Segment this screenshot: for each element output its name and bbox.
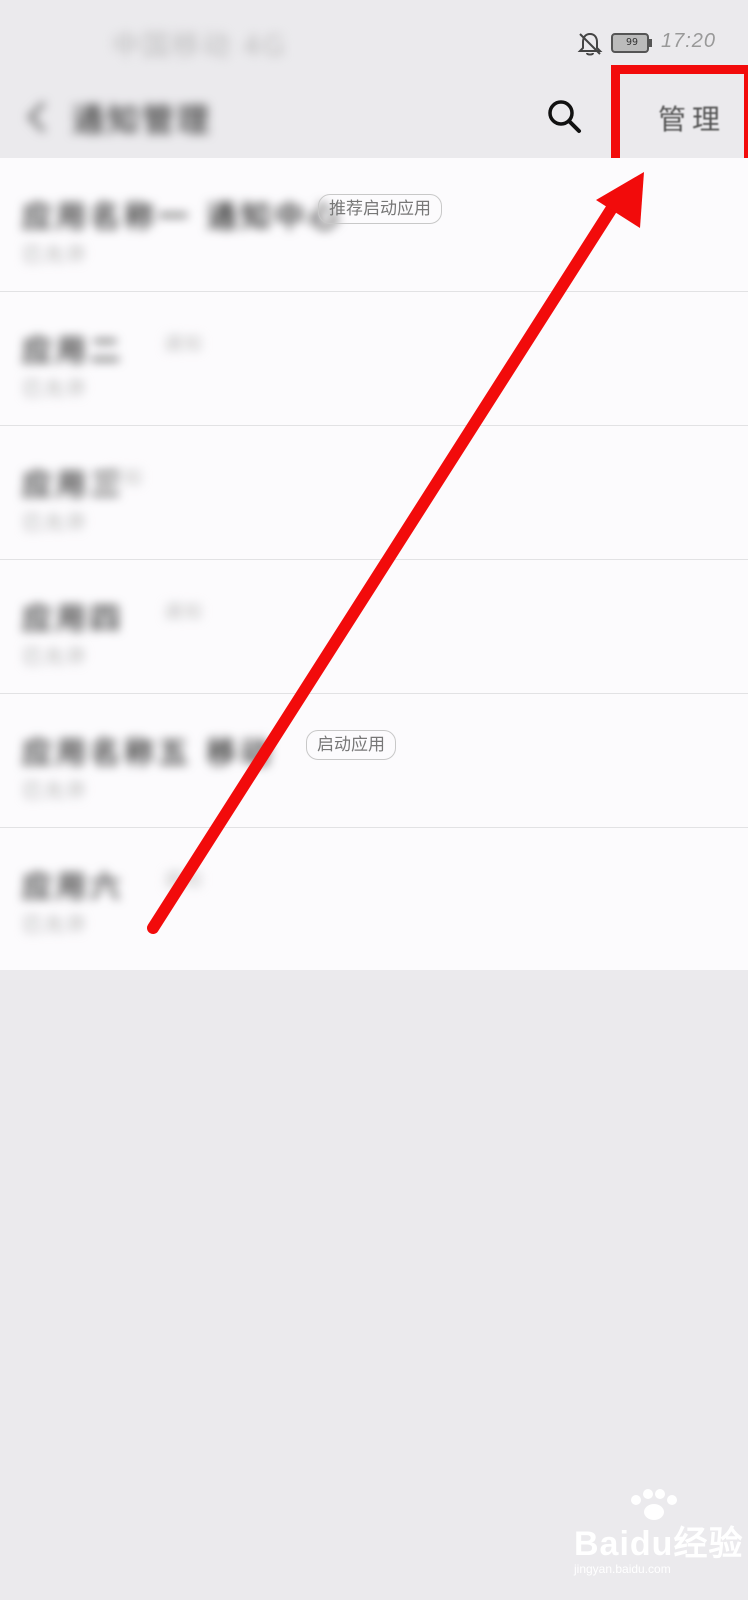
list-item-title: 应用名称五 移动 [22, 736, 275, 771]
list-item[interactable]: 应用二 已允许 通知 [0, 292, 748, 426]
manage-button[interactable]: 管理 [612, 68, 742, 172]
app-list: 应用名称一 通知中心 已允许 推荐启动应用 应用二 已允许 通知 应用三 已允许… [0, 158, 748, 970]
list-item-title: 应用六 [22, 870, 124, 905]
list-item-subtitle: 已允许 [22, 644, 88, 668]
list-item-tag: 通知 [164, 870, 204, 891]
search-icon[interactable] [544, 96, 584, 136]
list-item-title: 应用二 [22, 334, 124, 369]
list-item-title: 应用名称一 通知中心 [22, 200, 343, 235]
battery-level: 99 [625, 37, 639, 48]
page-title: 通知管理 [72, 101, 213, 139]
clock: 17:20 [661, 30, 717, 52]
bell-off-icon [577, 32, 603, 56]
battery-icon: 99 [611, 33, 653, 53]
list-item-subtitle: 已允许 [22, 376, 88, 400]
list-item-subtitle: 已允许 [22, 242, 88, 266]
list-item[interactable]: 应用四 已允许 通知 [0, 560, 748, 694]
baidu-watermark: Baidu经验 jingyan.baidu.com [574, 1486, 744, 1586]
list-item[interactable]: 应用三 已允许 通知 [0, 426, 748, 560]
list-item-tag: 通知 [164, 602, 204, 623]
list-item[interactable]: 应用六 已允许 通知 [0, 828, 748, 962]
list-item-subtitle: 已允许 [22, 912, 88, 936]
list-item-tag: 通知 [164, 334, 204, 355]
back-icon[interactable] [22, 97, 52, 137]
list-item-subtitle: 已允许 [22, 778, 88, 802]
list-item[interactable]: 应用名称五 移动 已允许 启动应用 [0, 694, 748, 828]
list-item-title: 应用四 [22, 602, 124, 637]
list-item-subtitle: 已允许 [22, 510, 88, 534]
manage-label: 管理 [658, 103, 727, 136]
list-item[interactable]: 应用名称一 通知中心 已允许 推荐启动应用 [0, 158, 748, 292]
list-item-tag: 通知 [104, 468, 144, 489]
list-item-tag: 启动应用 [306, 730, 396, 760]
watermark-url: jingyan.baidu.com [574, 1562, 671, 1576]
list-item-tag: 推荐启动应用 [318, 194, 442, 224]
carrier-name: 中国移动 4G [112, 29, 287, 62]
watermark-text: Baidu经验 [574, 1525, 744, 1563]
